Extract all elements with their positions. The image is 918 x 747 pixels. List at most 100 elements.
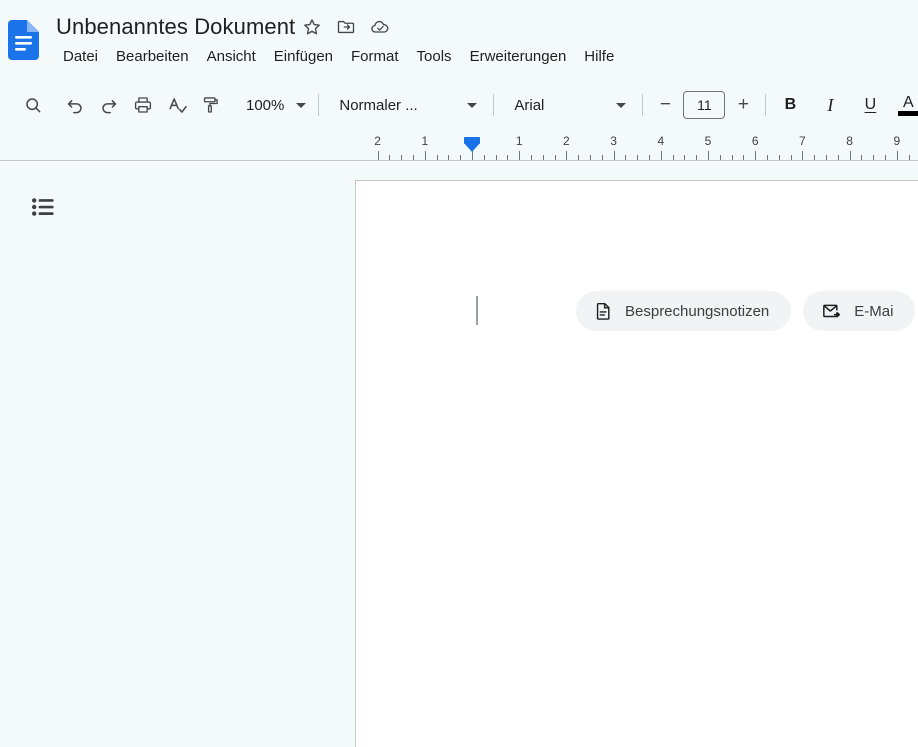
zoom-level-value: 100% (246, 96, 285, 114)
ruler-tick-major (802, 151, 804, 160)
ruler-tick-minor (826, 155, 827, 160)
text-cursor (476, 296, 478, 325)
ruler-tick-minor (837, 155, 839, 160)
ruler-tick-minor (554, 155, 556, 160)
meeting-notes-icon (594, 301, 613, 321)
ruler-tick-minor (814, 155, 816, 160)
ruler-number: 2 (374, 134, 381, 148)
document-page[interactable]: Besprechungsnotizen E-Mai (355, 180, 918, 747)
redo-icon[interactable] (92, 88, 126, 122)
bold-button[interactable]: B (774, 89, 806, 121)
ruler-number: 4 (657, 134, 665, 148)
decrease-font-size-button[interactable]: − (651, 91, 679, 119)
ruler-tick-minor (460, 155, 462, 160)
ruler-tick-minor (401, 155, 403, 160)
menu-item-hilfe[interactable]: Hilfe (575, 44, 623, 70)
font-size-stepper: − 11 + (651, 91, 757, 119)
search-icon[interactable] (16, 88, 50, 122)
ruler-tick-minor (672, 155, 674, 160)
ruler-tick-minor (908, 155, 910, 160)
ruler-tick-minor (649, 155, 650, 160)
ruler-tick-minor (731, 155, 733, 160)
ruler-number: 8 (846, 134, 853, 148)
document-title-row: Unbenanntes Dokument (56, 11, 397, 43)
font-family-selector[interactable]: Arial (502, 89, 634, 121)
menu-bar: Datei Bearbeiten Ansicht Einfügen Format… (54, 44, 623, 70)
ruler-tick-major (613, 151, 615, 160)
ruler-tick-major (424, 151, 426, 160)
ruler-tick-major (377, 151, 379, 160)
first-line-indent-marker[interactable] (464, 143, 480, 152)
ruler-number: 1 (515, 134, 523, 148)
horizontal-ruler[interactable]: 2 1 1 2 3 4 5 6 7 8 9 (0, 133, 918, 161)
meeting-notes-chip[interactable]: Besprechungsnotizen (576, 291, 792, 331)
document-workspace: Besprechungsnotizen E-Mai (0, 161, 918, 747)
show-outline-icon[interactable] (26, 189, 62, 225)
ruler-tick-minor (578, 155, 580, 160)
paragraph-style-value: Normaler ... (339, 96, 418, 114)
ruler-tick-minor (778, 155, 780, 160)
ruler-tick-minor (483, 155, 485, 160)
ruler-tick-minor (719, 155, 721, 160)
menu-item-erweiterungen[interactable]: Erweiterungen (461, 44, 576, 70)
font-size-input[interactable]: 11 (683, 91, 726, 119)
cloud-done-icon[interactable] (363, 12, 397, 42)
ruler-tick-minor (637, 155, 639, 160)
ruler-tick-minor (873, 155, 875, 160)
email-draft-icon (821, 301, 842, 321)
menu-item-ansicht[interactable]: Ansicht (198, 44, 265, 70)
menu-item-tools[interactable]: Tools (408, 44, 461, 70)
ruler-tick-minor (696, 155, 698, 160)
text-color-swatch (898, 110, 918, 116)
zoom-level-selector[interactable]: 100% (236, 89, 310, 121)
ruler-number: 6 (751, 134, 759, 148)
menu-item-format[interactable]: Format (342, 44, 408, 70)
ruler-tick-minor (448, 155, 450, 160)
ruler-tick-minor (743, 155, 745, 160)
ruler-number: 3 (610, 134, 617, 148)
ruler-tick-minor (885, 155, 886, 160)
paint-format-icon[interactable] (194, 88, 228, 122)
undo-icon[interactable] (58, 88, 92, 122)
chevron-down-icon (467, 102, 478, 108)
page-title[interactable]: Unbenanntes Dokument (56, 13, 295, 41)
ruler-tick-major (755, 151, 757, 160)
toolbar-divider (318, 94, 320, 116)
ruler-tick-minor (413, 155, 414, 160)
text-color-button[interactable]: A (892, 89, 918, 121)
google-docs-logo[interactable] (8, 20, 39, 60)
menu-item-datei[interactable]: Datei (54, 44, 107, 70)
ruler-tick-major (896, 151, 898, 160)
paragraph-style-selector[interactable]: Normaler ... (327, 89, 485, 121)
ruler-tick-minor (590, 155, 591, 160)
ruler-tick-minor (684, 155, 686, 160)
ruler-tick-major (566, 151, 568, 160)
email-draft-chip[interactable]: E-Mai (803, 291, 916, 331)
chevron-down-icon (296, 102, 307, 108)
ruler-tick-minor (531, 155, 532, 160)
italic-button[interactable]: I (814, 89, 846, 121)
ruler-number: 9 (893, 134, 901, 148)
ruler-tick-minor (495, 155, 497, 160)
ruler-number: 5 (704, 134, 712, 148)
underline-button[interactable]: U (854, 89, 886, 121)
increase-font-size-button[interactable]: + (729, 91, 757, 119)
toolbar-divider (642, 94, 644, 116)
text-color-letter: A (903, 93, 914, 111)
meeting-notes-chip-label: Besprechungsnotizen (625, 302, 770, 320)
ruler-number: 2 (563, 134, 570, 148)
ruler-tick-minor (790, 155, 792, 160)
print-icon[interactable] (126, 88, 160, 122)
menu-item-bearbeiten[interactable]: Bearbeiten (107, 44, 198, 70)
star-icon[interactable] (295, 12, 329, 42)
spellcheck-icon[interactable] (160, 88, 194, 122)
toolbar-divider (493, 94, 495, 116)
smart-chip-suggestions: Besprechungsnotizen E-Mai (576, 291, 916, 331)
move-to-folder-icon[interactable] (329, 12, 363, 42)
ruler-tick-minor (601, 155, 603, 160)
app-header: Unbenanntes Dokument Datei Bearbeiten An… (0, 0, 918, 80)
ruler-tick-minor (767, 155, 768, 160)
ruler-tick-major (660, 151, 662, 160)
menu-item-einfuegen[interactable]: Einfügen (265, 44, 342, 70)
ruler-tick-minor (542, 155, 544, 160)
